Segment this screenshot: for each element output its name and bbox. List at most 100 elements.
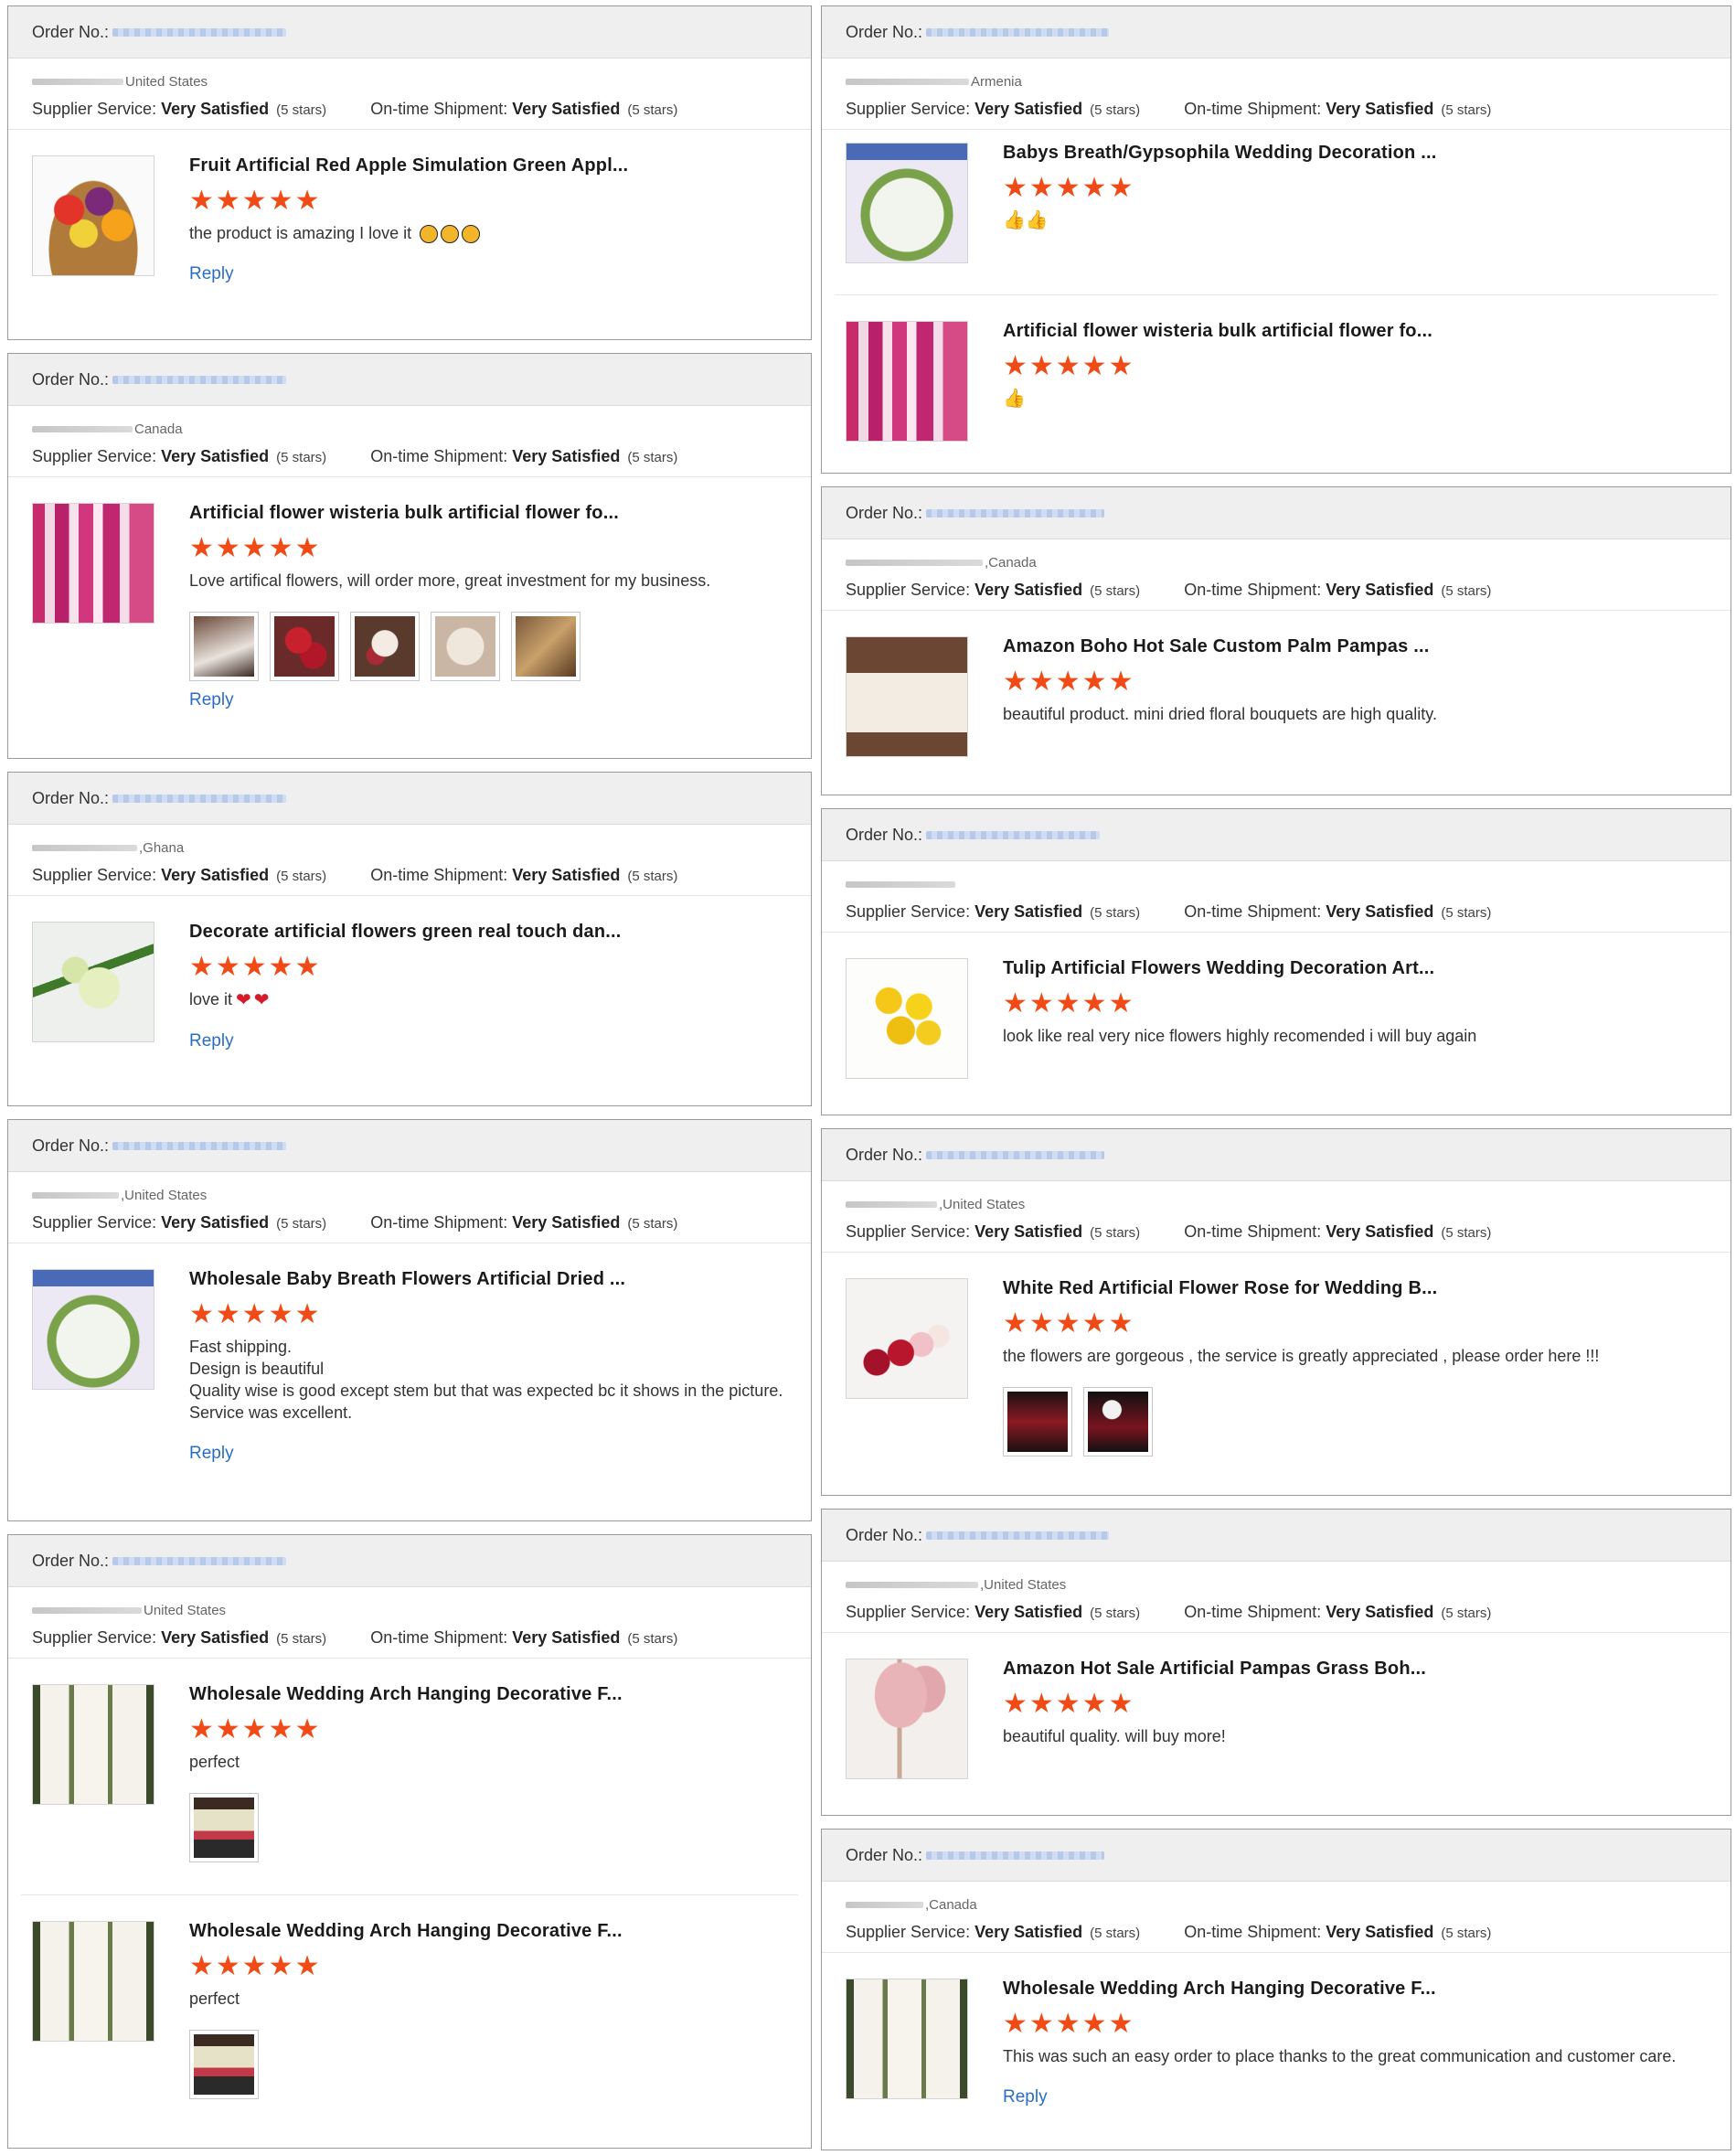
product-title[interactable]: Tulip Artificial Flowers Wedding Decorat…: [1003, 958, 1731, 979]
order-header: Order No.:: [822, 809, 1731, 861]
product-title[interactable]: Amazon Hot Sale Artificial Pampas Grass …: [1003, 1659, 1731, 1680]
review-text: look like real very nice flowers highly …: [1003, 1027, 1477, 1045]
review-photo[interactable]: [189, 612, 259, 681]
product-title[interactable]: Artificial flower wisteria bulk artifici…: [1003, 321, 1718, 342]
redacted-order-number: [112, 27, 287, 37]
ratings-row: Supplier Service: Very Satisfied (5 stars…: [846, 581, 1492, 599]
reply-link[interactable]: Reply: [189, 690, 234, 710]
order-no-label: Order No.:: [32, 22, 110, 41]
review-item: Wholesale Wedding Arch Hanging Decorativ…: [8, 1659, 811, 1894]
buyer-country: United States: [32, 1601, 811, 1619]
product-thumbnail[interactable]: [32, 155, 154, 276]
rating-stars: ★★★★★: [189, 1299, 322, 1329]
buyer-country: ,United States: [32, 1186, 811, 1204]
order-no-label: Order No.:: [846, 1525, 923, 1544]
redacted-order-number: [112, 794, 287, 803]
product-title[interactable]: Wholesale Wedding Arch Hanging Decorativ…: [1003, 1979, 1731, 2000]
review-item: Artificial flower wisteria bulk artifici…: [8, 477, 811, 710]
redacted-buyer-name: [846, 880, 955, 888]
order-no-label: Order No.:: [32, 369, 110, 389]
product-thumbnail[interactable]: [32, 1269, 154, 1390]
ratings-row: Supplier Service: Very Satisfied (5 stars…: [32, 1213, 678, 1232]
reply-link[interactable]: Reply: [1003, 2087, 1048, 2107]
review-item: Fruit Artificial Red Apple Simulation Gr…: [8, 130, 811, 284]
product-thumbnail[interactable]: [32, 1684, 154, 1805]
rating-stars: ★★★★★: [1003, 2009, 1135, 2039]
review-card: Order No.: ,United States Supplier Servi…: [7, 1119, 812, 1521]
review-item: Wholesale Baby Breath Flowers Artificial…: [8, 1243, 811, 1464]
product-title[interactable]: Amazon Boho Hot Sale Custom Palm Pampas …: [1003, 636, 1731, 657]
product-title[interactable]: Decorate artificial flowers green real t…: [189, 922, 811, 943]
review-card: Order No.: United States Supplier Servic…: [7, 5, 812, 340]
review-photo[interactable]: [1003, 1387, 1072, 1456]
review-text: the product is amazing I love it: [189, 222, 811, 244]
ratings-row: Supplier Service: Very Satisfied (5 stars…: [846, 1222, 1492, 1241]
review-photo[interactable]: [350, 612, 420, 681]
rating-stars: ★★★★★: [189, 533, 322, 563]
review-item: Tulip Artificial Flowers Wedding Decorat…: [822, 933, 1731, 1079]
buyer-country: ,Canada: [846, 553, 1731, 571]
redacted-order-number: [112, 1556, 287, 1565]
review-text: perfect: [189, 1753, 240, 1771]
product-title[interactable]: White Red Artificial Flower Rose for Wed…: [1003, 1278, 1731, 1299]
redacted-buyer-name: [846, 78, 969, 85]
review-item: Decorate artificial flowers green real t…: [8, 896, 811, 1051]
order-header: Order No.:: [8, 6, 811, 59]
product-title[interactable]: Babys Breath/Gypsophila Wedding Decorati…: [1003, 143, 1731, 164]
order-no-label: Order No.:: [32, 1136, 110, 1155]
product-title[interactable]: Fruit Artificial Red Apple Simulation Gr…: [189, 155, 811, 176]
review-photos: [189, 612, 811, 681]
review-text: Fast shipping. Design is beautiful Quali…: [189, 1338, 783, 1422]
review-card: Order No.: Canada Supplier Service: Very…: [7, 353, 812, 759]
product-thumbnail[interactable]: [846, 1278, 968, 1399]
buyer-meta: ,United States Supplier Service: Very Sa…: [822, 1562, 1731, 1633]
product-title[interactable]: Wholesale Wedding Arch Hanging Decorativ…: [189, 1684, 811, 1705]
product-title[interactable]: Wholesale Wedding Arch Hanging Decorativ…: [189, 1921, 798, 1942]
rating-stars: ★★★★★: [1003, 667, 1135, 697]
review-emoji: 👍👍: [1003, 209, 1731, 231]
product-thumbnail[interactable]: [32, 1921, 154, 2042]
buyer-country: ,United States: [846, 1195, 1731, 1213]
order-no-label: Order No.:: [846, 503, 923, 522]
ratings-row: Supplier Service: Very Satisfied (5 stars…: [32, 1628, 678, 1647]
product-thumbnail[interactable]: [846, 1659, 968, 1779]
review-card: Order No.: ,Canada Supplier Service: Ver…: [821, 486, 1731, 795]
review-photo[interactable]: [189, 1793, 259, 1862]
rating-stars: ★★★★★: [1003, 173, 1135, 203]
product-thumbnail[interactable]: [846, 1979, 968, 2099]
review-photo[interactable]: [189, 2030, 259, 2099]
buyer-country: [846, 875, 1731, 893]
review-card: Order No.: ,Ghana Supplier Service: Very…: [7, 772, 812, 1106]
rating-stars: ★★★★★: [189, 1714, 322, 1744]
review-text: This was such an easy order to place tha…: [1003, 2047, 1677, 2065]
redacted-order-number: [926, 508, 1105, 517]
order-header: Order No.:: [8, 1120, 811, 1172]
reply-link[interactable]: Reply: [189, 264, 234, 284]
order-no-label: Order No.:: [32, 1551, 110, 1570]
product-title[interactable]: Artificial flower wisteria bulk artifici…: [189, 503, 811, 524]
product-thumbnail[interactable]: [32, 503, 154, 624]
product-thumbnail[interactable]: [846, 958, 968, 1079]
redacted-buyer-name: [32, 844, 137, 851]
buyer-country: United States: [32, 72, 811, 91]
review-item: Amazon Hot Sale Artificial Pampas Grass …: [822, 1633, 1731, 1779]
product-thumbnail[interactable]: [846, 143, 968, 263]
order-header: Order No.:: [822, 6, 1731, 59]
heart-icon: ❤ ❤: [236, 990, 270, 1011]
review-text: beautiful product. mini dried floral bou…: [1003, 705, 1437, 723]
reply-link[interactable]: Reply: [189, 1444, 234, 1464]
review-item: Artificial flower wisteria bulk artifici…: [835, 294, 1718, 442]
redacted-order-number: [112, 375, 287, 384]
product-title[interactable]: Wholesale Baby Breath Flowers Artificial…: [189, 1269, 811, 1290]
review-text: beautiful quality. will buy more!: [1003, 1727, 1226, 1745]
review-photo[interactable]: [511, 612, 580, 681]
review-photo[interactable]: [1083, 1387, 1153, 1456]
product-thumbnail[interactable]: [846, 321, 968, 442]
buyer-meta: Canada Supplier Service: Very Satisfied(…: [8, 406, 811, 477]
review-photo[interactable]: [270, 612, 339, 681]
review-photo[interactable]: [431, 612, 500, 681]
product-thumbnail[interactable]: [846, 636, 968, 757]
buyer-meta: United States Supplier Service: Very Sat…: [8, 1587, 811, 1659]
reply-link[interactable]: Reply: [189, 1031, 234, 1051]
product-thumbnail[interactable]: [32, 922, 154, 1042]
